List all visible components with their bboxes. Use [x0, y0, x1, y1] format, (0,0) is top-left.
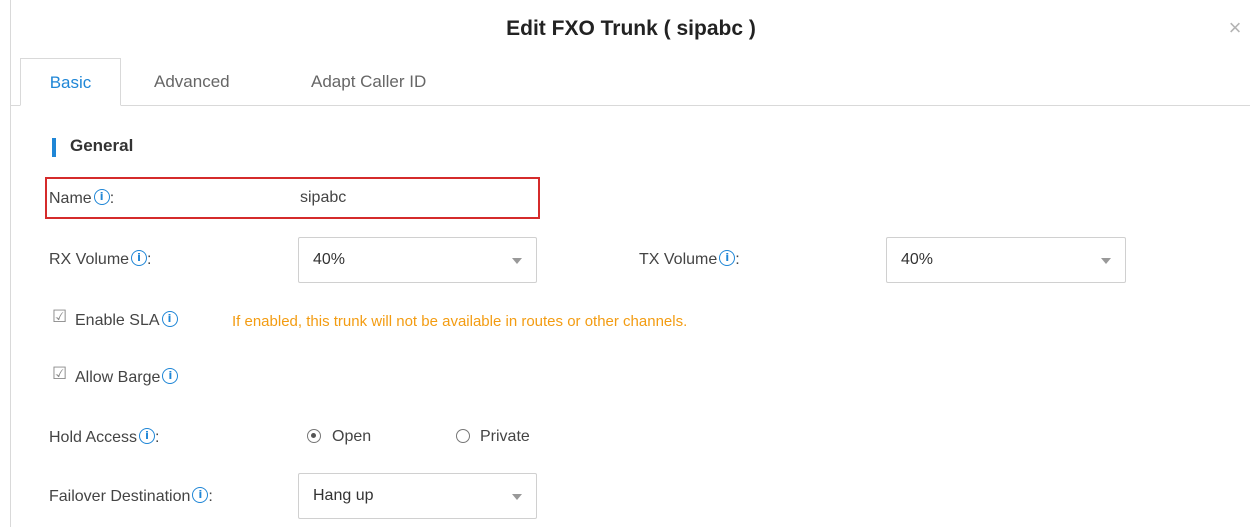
- tx-volume-select[interactable]: 40%: [886, 237, 1126, 283]
- chevron-down-icon: [1101, 258, 1111, 264]
- edit-trunk-dialog: Edit FXO Trunk ( sipabc ) × Basic Advanc…: [10, 0, 1250, 527]
- enable-sla-label-text: Enable SLA: [75, 312, 160, 329]
- failover-destination-select[interactable]: Hang up: [298, 473, 537, 519]
- allow-barge-label: Allow Barge i: [75, 368, 179, 387]
- rx-volume-value: 40%: [313, 251, 346, 268]
- enable-sla-label: Enable SLA i: [75, 311, 178, 330]
- failover-destination-label-suffix: :: [208, 488, 213, 505]
- section-title-general: General: [70, 136, 134, 155]
- hold-access-label-text: Hold Access: [49, 429, 138, 446]
- rx-volume-label-text: RX Volume: [49, 251, 130, 268]
- dialog-title: Edit FXO Trunk ( sipabc ): [506, 17, 756, 40]
- tx-volume-label-text: TX Volume: [639, 251, 718, 268]
- info-icon[interactable]: i: [719, 250, 736, 266]
- tab-advanced[interactable]: Advanced: [154, 58, 230, 106]
- allow-barge-checkbox[interactable]: ☑: [52, 366, 69, 383]
- name-label: Name i:: [49, 189, 114, 208]
- info-icon[interactable]: i: [192, 487, 209, 503]
- info-icon[interactable]: i: [161, 311, 178, 327]
- tab-basic[interactable]: Basic: [20, 58, 121, 106]
- info-icon[interactable]: i: [93, 189, 110, 205]
- failover-destination-value: Hang up: [313, 487, 374, 504]
- hold-access-label: Hold Access i:: [49, 428, 160, 447]
- name-input[interactable]: sipabc: [300, 189, 346, 207]
- tx-volume-label-suffix: :: [735, 251, 740, 268]
- hold-access-open-label[interactable]: Open: [332, 428, 371, 446]
- hold-access-label-suffix: :: [155, 429, 160, 446]
- rx-volume-label: RX Volume i:: [49, 250, 152, 269]
- info-icon[interactable]: i: [139, 428, 156, 444]
- sla-warning-text: If enabled, this trunk will not be avail…: [232, 313, 688, 330]
- section-accent-bar: [52, 138, 56, 157]
- tx-volume-value: 40%: [901, 251, 934, 268]
- hold-access-private-radio[interactable]: [456, 429, 470, 443]
- rx-volume-label-suffix: :: [147, 251, 152, 268]
- hold-access-open-radio[interactable]: [307, 429, 321, 443]
- allow-barge-label-text: Allow Barge: [75, 369, 161, 386]
- tx-volume-label: TX Volume i:: [639, 250, 740, 269]
- rx-volume-select[interactable]: 40%: [298, 237, 537, 283]
- name-label-text: Name: [49, 190, 92, 207]
- name-label-suffix: :: [109, 190, 115, 207]
- hold-access-private-label[interactable]: Private: [480, 428, 530, 446]
- failover-destination-label: Failover Destination i:: [49, 487, 213, 506]
- info-icon[interactable]: i: [162, 368, 179, 384]
- close-icon[interactable]: ×: [1225, 17, 1245, 39]
- chevron-down-icon: [512, 258, 522, 264]
- failover-destination-label-text: Failover Destination: [49, 488, 191, 505]
- info-icon[interactable]: i: [131, 250, 148, 266]
- name-highlight-box: [45, 177, 540, 219]
- enable-sla-checkbox[interactable]: ☑: [52, 309, 69, 326]
- chevron-down-icon: [512, 494, 522, 500]
- tab-adapt-caller-id[interactable]: Adapt Caller ID: [311, 58, 426, 106]
